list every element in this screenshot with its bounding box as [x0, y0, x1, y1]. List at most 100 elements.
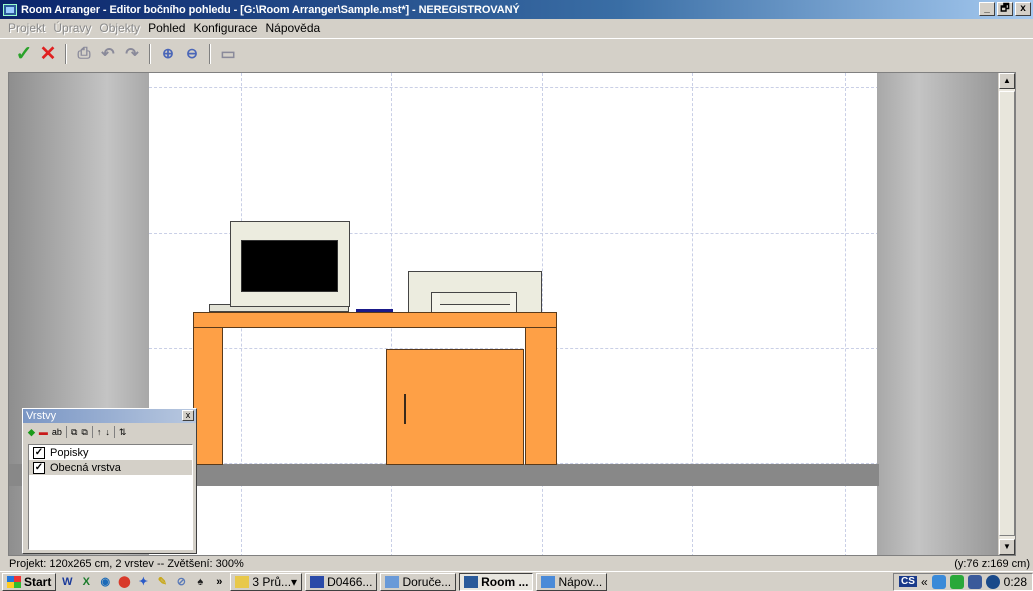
taskbar-button-mail[interactable]: Doruče...	[380, 572, 457, 591]
layers-title-bar[interactable]: Vrstvy x	[23, 409, 196, 423]
layer-visibility-checkbox[interactable]: ✓	[33, 446, 45, 459]
app-icon[interactable]	[3, 3, 17, 16]
windows-logo-icon	[7, 575, 21, 588]
add-layer-icon[interactable]: ◆	[28, 427, 35, 438]
room-arranger-window: Room Arranger - Editor bočního pohledu -…	[0, 0, 1033, 591]
task-label: 3 Prů...	[252, 574, 292, 589]
cabinet-handle	[404, 394, 406, 424]
app-quicklaunch-icon[interactable]: ✎	[154, 574, 170, 590]
layer-item-obecna-vrstva[interactable]: ✓ Obecná vrstva	[29, 460, 192, 475]
ok-check-icon[interactable]: ✓	[14, 43, 34, 65]
clock[interactable]: 0:28	[1004, 575, 1027, 589]
minimize-button[interactable]: _	[979, 2, 995, 16]
scroll-down-button[interactable]: ▼	[999, 539, 1015, 555]
taskbar-button-help[interactable]: Nápov...	[536, 572, 608, 591]
taskbar-button-room-arranger[interactable]: Room ...	[459, 572, 534, 591]
scroll-thumb[interactable]	[999, 91, 1015, 536]
app-quicklaunch-icon[interactable]: ✦	[135, 574, 151, 590]
room-arranger-icon	[464, 575, 479, 588]
desk-leg-left[interactable]	[193, 327, 223, 465]
print-icon[interactable]: ⎙	[74, 44, 94, 64]
task-label: D0466...	[327, 574, 373, 589]
menu-projekt[interactable]: Projekt	[4, 21, 49, 35]
start-label: Start	[24, 574, 52, 589]
app-tray-icon[interactable]	[967, 574, 982, 589]
antivirus-tray-icon[interactable]	[949, 574, 964, 589]
duplicate-layer-icon[interactable]: ⧉	[81, 427, 87, 438]
quicklaunch-more-icon[interactable]: »	[211, 574, 227, 590]
delete-layer-icon[interactable]: ▬	[39, 427, 48, 437]
layers-toolbar: ◆ ▬ ab ⧉ ⧉ ↑ ↓ ⇅	[23, 423, 196, 441]
printer-object[interactable]	[408, 271, 542, 313]
layer-item-popisky[interactable]: ✓ Popisky	[29, 445, 192, 460]
word-icon	[310, 575, 325, 588]
close-button[interactable]: x	[1015, 2, 1031, 16]
window-controls: _ 🗗 x	[979, 2, 1031, 16]
copy-layer-icon[interactable]: ⧉	[71, 427, 77, 438]
system-tray: CS « 0:28	[893, 572, 1033, 591]
tray-expand-icon[interactable]: «	[921, 575, 928, 589]
title-bar[interactable]: Room Arranger - Editor bočního pohledu -…	[0, 0, 1033, 19]
menu-upravy[interactable]: Úpravy	[49, 21, 95, 35]
task-label: Nápov...	[558, 574, 603, 589]
toolbar-separator	[113, 426, 115, 438]
taskbar-button-folder[interactable]: 3 Prů... ▾	[230, 572, 303, 591]
rename-layer-icon[interactable]: ab	[52, 427, 62, 437]
cancel-x-icon[interactable]: ✕	[38, 43, 58, 65]
taskbar-button-word[interactable]: D0466...	[305, 572, 378, 591]
menu-pohled[interactable]: Pohled	[144, 21, 189, 35]
menu-bar: Projekt Úpravy Objekty Pohled Konfigurac…	[0, 19, 1033, 37]
toolbar-separator	[209, 43, 211, 64]
menu-napoveda[interactable]: Nápověda	[261, 21, 324, 35]
move-down-icon[interactable]: ↓	[105, 427, 110, 437]
taskbar: Start W X ◉ ⬤ ✦ ✎ ⊘ ♠ » 3 Prů... ▾ D0466…	[0, 571, 1033, 591]
toolbar: ✓ ✕ ⎙ ↶ ↷ ⊕ ⊖ ▭	[0, 38, 1033, 68]
task-label: Room ...	[481, 574, 529, 589]
toolbar-separator	[149, 43, 151, 64]
layer-order-icon[interactable]: ⇅	[119, 427, 127, 438]
app-quicklaunch-icon[interactable]: ⊘	[173, 574, 189, 590]
menu-konfigurace[interactable]: Konfigurace	[189, 21, 261, 35]
browser-quicklaunch-icon[interactable]: ◉	[97, 574, 113, 590]
scroll-up-button[interactable]: ▲	[999, 73, 1015, 89]
cabinet-object[interactable]	[386, 349, 524, 465]
excel-quicklaunch-icon[interactable]: X	[78, 574, 94, 590]
cursor-coordinates: (y:76 z:169 cm)	[954, 558, 1030, 570]
update-tray-icon[interactable]	[985, 574, 1000, 589]
app-quicklaunch-icon[interactable]: ♠	[192, 574, 208, 590]
start-button[interactable]: Start	[2, 572, 57, 591]
menu-objekty[interactable]: Objekty	[95, 21, 144, 35]
task-label: Doruče...	[402, 574, 452, 589]
zoom-in-icon[interactable]: ⊕	[158, 44, 178, 64]
maximize-button[interactable]: 🗗	[997, 2, 1013, 16]
redo-icon[interactable]: ↷	[122, 44, 142, 64]
monitor-screen	[241, 240, 338, 292]
layers-close-button[interactable]: x	[182, 410, 194, 421]
project-status: Projekt: 120x265 cm, 2 vrstev -- Zvětšen…	[9, 558, 244, 570]
ruler-icon[interactable]: ▭	[218, 44, 238, 64]
chevron-down-icon: ▾	[291, 574, 298, 589]
toolbar-separator	[65, 426, 67, 438]
monitor-object[interactable]	[230, 221, 350, 307]
printer-paper-slot	[431, 292, 517, 312]
desk-leg-right[interactable]	[525, 327, 557, 465]
printer-paper	[440, 293, 510, 305]
word-quicklaunch-icon[interactable]: W	[59, 574, 75, 590]
layer-visibility-checkbox[interactable]: ✓	[33, 461, 45, 474]
vertical-scrollbar[interactable]: ▲ ▼	[998, 73, 1015, 555]
app-quicklaunch-icon[interactable]: ⬤	[116, 574, 132, 590]
layers-panel: Vrstvy x ◆ ▬ ab ⧉ ⧉ ↑ ↓ ⇅ ✓ Popisky ✓ Ob…	[22, 408, 197, 554]
desk-top-object[interactable]	[193, 312, 557, 328]
undo-icon[interactable]: ↶	[98, 44, 118, 64]
window-title: Room Arranger - Editor bočního pohledu -…	[21, 3, 520, 16]
status-bar: Projekt: 120x265 cm, 2 vrstev -- Zvětšen…	[0, 557, 1033, 571]
toolbar-separator	[91, 426, 93, 438]
zoom-out-icon[interactable]: ⊖	[182, 44, 202, 64]
network-tray-icon[interactable]	[931, 574, 946, 589]
layer-label: Popisky	[50, 446, 89, 459]
move-up-icon[interactable]: ↑	[97, 427, 102, 437]
outside-area-right	[877, 73, 1015, 555]
folder-icon	[235, 575, 250, 588]
toolbar-separator	[65, 43, 67, 64]
language-indicator[interactable]: CS	[899, 576, 917, 587]
